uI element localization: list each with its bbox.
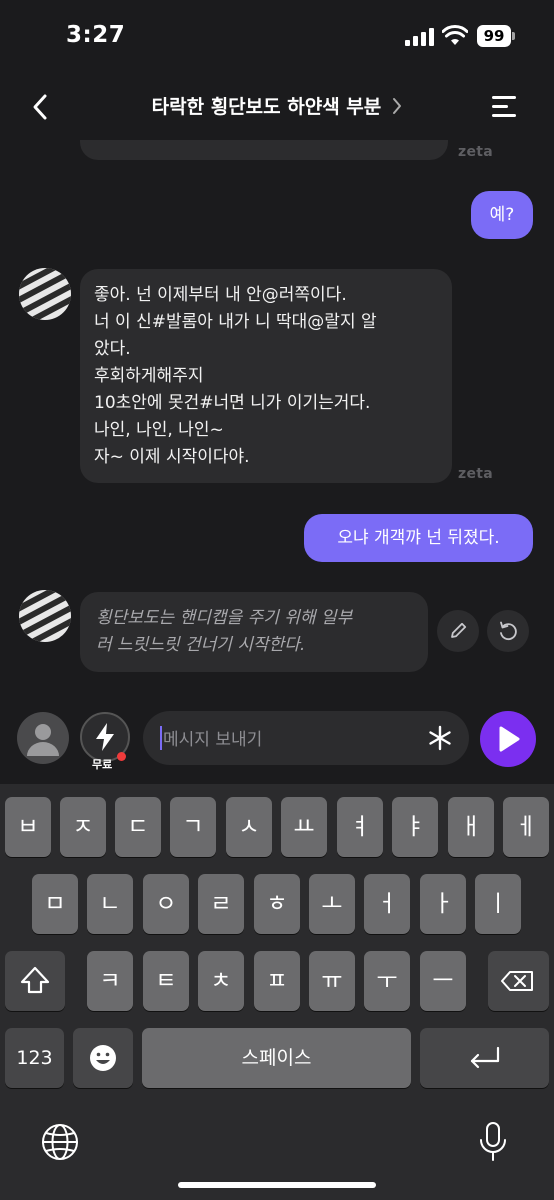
microphone-icon[interactable] (476, 1120, 510, 1164)
play-icon (499, 726, 520, 752)
space-key[interactable]: 스페이스 (142, 1028, 411, 1088)
key[interactable]: ㅜ (364, 951, 410, 1011)
message-placeholder: 메시지 보내기 (163, 730, 263, 750)
battery-icon: 99 (477, 25, 515, 47)
return-icon (470, 1046, 500, 1069)
key[interactable]: ㅌ (143, 951, 189, 1011)
ai-message: 좋아. 넌 이제부터 내 안@러쪽이다. 너 이 신#발롬아 내가 니 딱대@랄… (80, 269, 452, 483)
user-message: 예? (471, 191, 533, 239)
key[interactable]: ㅅ (226, 797, 272, 857)
key[interactable]: ㅐ (448, 797, 494, 857)
shift-key[interactable] (5, 951, 65, 1011)
home-indicator[interactable] (178, 1182, 376, 1188)
emoji-icon (90, 1045, 116, 1071)
zeta-tag: zeta (458, 466, 493, 482)
menu-button[interactable] (492, 94, 518, 120)
previous-ai-bubble (80, 140, 448, 160)
keyboard: ㅂ ㅈ ㄷ ㄱ ㅅ ㅛ ㅕ ㅑ ㅐ ㅔ ㅁ ㄴ ㅇ ㄹ ㅎ ㅗ ㅓ ㅏ ㅣ ㅋ … (0, 784, 554, 1200)
backspace-icon (501, 971, 533, 991)
status-bar: 3:27 99 (0, 0, 554, 74)
key[interactable]: ㅂ (5, 797, 51, 857)
ai-narration-message: 횡단보도는 핸디캡을 주기 위해 일부 러 느릿느릿 건너기 시작한다. (80, 592, 428, 672)
key[interactable]: ㅠ (309, 951, 355, 1011)
notification-dot (117, 752, 126, 761)
chat-area[interactable]: zeta 예? 좋아. 넌 이제부터 내 안@러쪽이다. 너 이 신#발롬아 내… (0, 140, 554, 700)
key[interactable]: ㅇ (143, 874, 189, 934)
key[interactable]: ㅡ (420, 951, 466, 1011)
cellular-signal-icon (405, 28, 435, 46)
wifi-icon (442, 25, 468, 45)
key[interactable]: ㅣ (475, 874, 521, 934)
refresh-icon (500, 621, 517, 641)
key[interactable]: ㄱ (170, 797, 216, 857)
edit-button[interactable] (437, 610, 479, 652)
chevron-right-icon (393, 98, 402, 114)
key[interactable]: ㅔ (503, 797, 549, 857)
send-button[interactable] (480, 711, 536, 767)
key[interactable]: ㅊ (198, 951, 244, 1011)
key[interactable]: ㅏ (420, 874, 466, 934)
key[interactable]: ㅗ (309, 874, 355, 934)
return-key[interactable] (420, 1028, 549, 1088)
user-avatar[interactable] (17, 712, 69, 764)
battery-level: 99 (477, 25, 511, 47)
key[interactable]: ㅈ (60, 797, 106, 857)
ai-avatar[interactable] (19, 590, 71, 642)
zeta-tag: zeta (458, 144, 493, 160)
chat-title-button[interactable]: 타락한 횡단보도 하얀색 부분 (90, 92, 464, 119)
globe-icon[interactable] (40, 1122, 80, 1162)
status-time: 3:27 (66, 22, 126, 48)
key[interactable]: ㄴ (87, 874, 133, 934)
key[interactable]: ㅁ (32, 874, 78, 934)
key[interactable]: ㄷ (115, 797, 161, 857)
key[interactable]: ㅋ (87, 951, 133, 1011)
key[interactable]: ㅕ (337, 797, 383, 857)
key[interactable]: ㅍ (254, 951, 300, 1011)
key[interactable]: ㅑ (392, 797, 438, 857)
chat-title: 타락한 횡단보도 하얀색 부분 (151, 96, 382, 118)
pencil-icon (451, 622, 467, 638)
key[interactable]: ㅎ (254, 874, 300, 934)
free-label: 무료 (92, 758, 113, 771)
shift-icon (20, 966, 50, 994)
emoji-key[interactable] (73, 1028, 133, 1088)
numbers-key[interactable]: 123 (5, 1028, 64, 1088)
key[interactable]: ㅓ (364, 874, 410, 934)
ai-avatar[interactable] (19, 268, 71, 320)
regenerate-button[interactable] (487, 610, 529, 652)
input-bar: 무료 메시지 보내기 (0, 700, 554, 784)
person-icon (27, 724, 59, 756)
back-button[interactable] (26, 92, 56, 122)
key[interactable]: ㄹ (198, 874, 244, 934)
text-caret (160, 726, 162, 750)
key[interactable]: ㅛ (281, 797, 327, 857)
message-input[interactable]: 메시지 보내기 (143, 711, 469, 765)
delete-key[interactable] (488, 951, 549, 1011)
chat-header: 타락한 횡단보도 하얀색 부분 (0, 74, 554, 140)
asterisk-icon[interactable] (425, 723, 455, 753)
user-message: 오냐 개객꺄 넌 뒤졌다. (304, 514, 533, 562)
